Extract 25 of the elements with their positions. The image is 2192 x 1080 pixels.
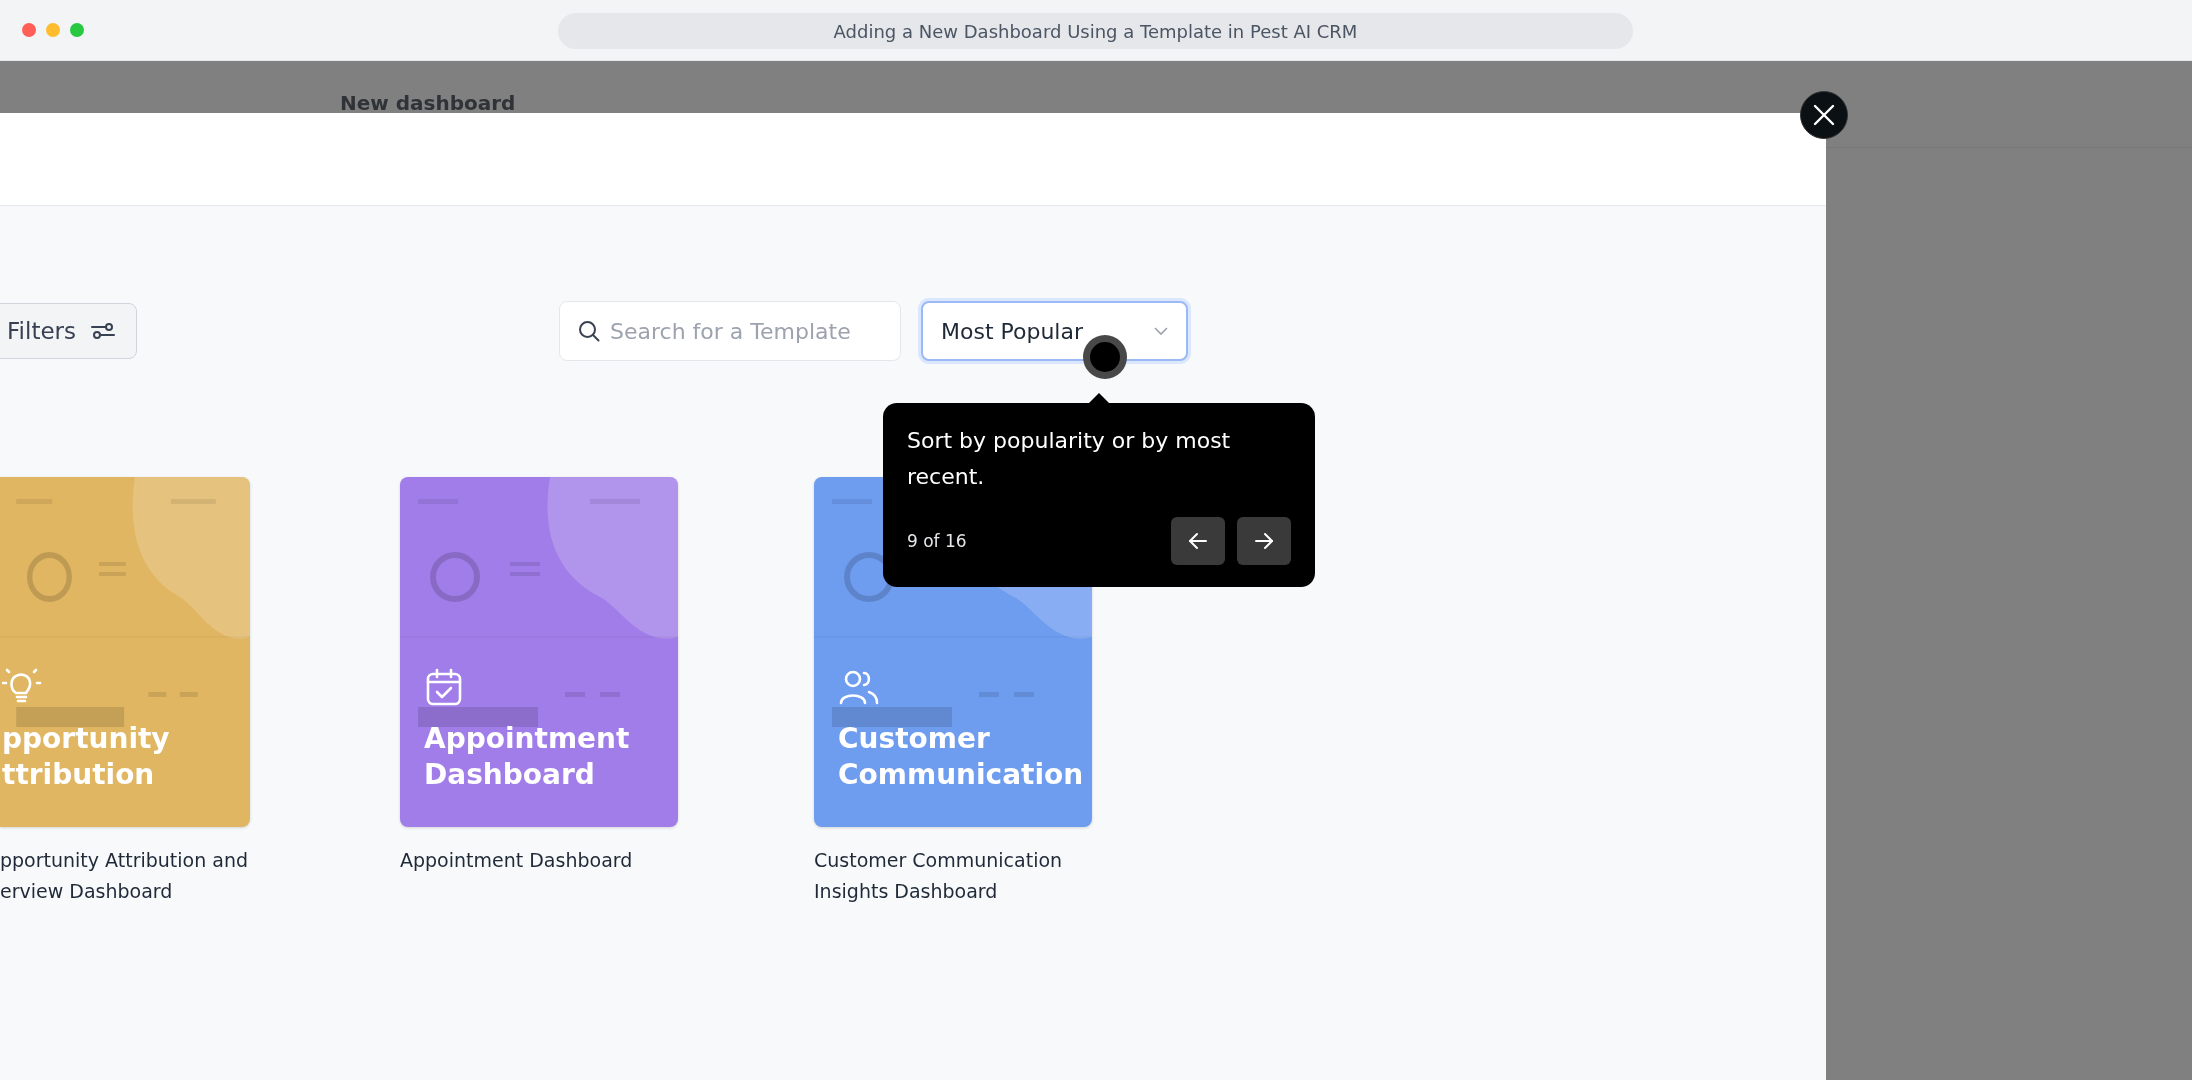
template-name[interactable]: Appointment Dashboard xyxy=(400,845,678,876)
next-button[interactable] xyxy=(1237,517,1291,565)
card-title: pportunity ttribution xyxy=(2,721,170,793)
step-counter: 9 of 16 xyxy=(907,531,967,551)
window-title: Adding a New Dashboard Using a Template in Pest AI CRM xyxy=(558,13,1633,49)
arrow-right-icon xyxy=(1253,531,1275,551)
maximize-window-dot[interactable] xyxy=(70,23,84,37)
template-name[interactable]: pportunity Attribution and erview Dashboard xyxy=(0,845,264,907)
search-icon xyxy=(577,319,601,343)
sliders-icon xyxy=(90,321,116,341)
sort-dropdown[interactable]: Most Popular xyxy=(921,301,1188,361)
template-name[interactable]: Customer Communication Insights Dashboard xyxy=(814,845,1092,907)
minimize-window-dot[interactable] xyxy=(46,23,60,37)
close-icon xyxy=(1812,103,1836,127)
calendar-check-icon xyxy=(424,667,464,707)
card-title: Appointment Dashboard xyxy=(424,721,630,793)
search-field[interactable]: Search for a Template xyxy=(559,301,901,361)
close-button[interactable] xyxy=(1800,91,1848,139)
arrow-left-icon xyxy=(1187,531,1209,551)
filters-button[interactable]: Filters xyxy=(0,303,137,359)
previous-button[interactable] xyxy=(1171,517,1225,565)
page-title: New dashboard xyxy=(340,91,516,115)
card-title: Customer Communication xyxy=(838,721,1084,793)
close-window-dot[interactable] xyxy=(22,23,36,37)
chevron-down-icon xyxy=(1152,325,1170,337)
